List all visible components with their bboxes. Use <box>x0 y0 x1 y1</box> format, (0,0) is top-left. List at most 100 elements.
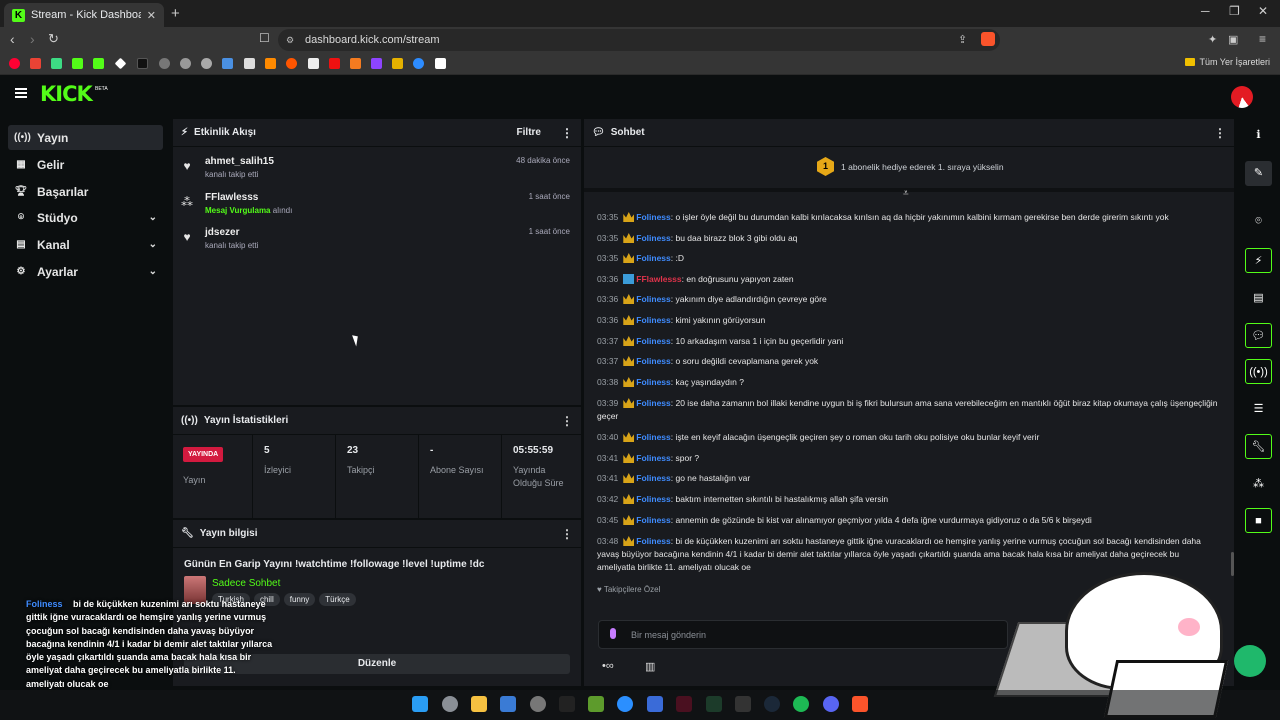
highlight-icon[interactable]: ⁂ <box>1245 472 1272 497</box>
event-user[interactable]: FFlawlesss <box>205 192 574 203</box>
bookmark-icon-11[interactable] <box>222 58 233 69</box>
file-explorer-icon[interactable] <box>471 696 487 712</box>
discord-icon[interactable] <box>823 696 839 712</box>
event-user[interactable]: jdsezer <box>205 227 574 238</box>
profile-avatar[interactable] <box>1231 86 1253 108</box>
back-icon[interactable]: ‹ <box>10 31 15 47</box>
app-icon-5[interactable] <box>530 696 546 712</box>
stats-menu-icon[interactable]: ⋮ <box>561 414 573 428</box>
bookmark-icon[interactable]: ☐ <box>259 31 270 45</box>
bookmark-icon-20[interactable] <box>413 58 424 69</box>
bookmark-icon-16[interactable] <box>329 58 340 69</box>
edit-pencil-icon[interactable]: ✎ <box>1245 161 1272 186</box>
wrench-icon[interactable]: 🔧︎ <box>1245 434 1272 459</box>
browser-tab[interactable]: K Stream - Kick Dashboard ✕ <box>4 3 164 27</box>
sidebar-item-studyo[interactable]: ⌾ Stüdyo ⌄ <box>8 205 163 230</box>
extensions-icon[interactable]: ✦ <box>1208 33 1217 46</box>
stat-value: 05:55:59 <box>513 445 554 456</box>
bookmark-icon-7[interactable] <box>137 58 148 69</box>
brave-shield-icon[interactable] <box>981 32 995 46</box>
activity-menu-icon[interactable]: ⋮ <box>561 126 573 140</box>
bookmark-icon-13[interactable] <box>265 58 276 69</box>
url-field[interactable]: dashboard.kick.com/stream <box>278 29 1000 51</box>
sidebar-item-ayarlar[interactable]: ⚙ Ayarlar ⌄ <box>8 259 163 284</box>
tag: Türkçe <box>319 593 356 606</box>
minecraft-icon[interactable] <box>588 696 604 712</box>
studio-icon: ⌾ <box>18 212 24 223</box>
heart-icon: ♥ <box>183 230 191 244</box>
kick-bookmark-icon[interactable] <box>72 58 83 69</box>
filter-button[interactable]: Filtre <box>517 127 541 138</box>
new-tab-button[interactable]: + <box>171 5 180 22</box>
app-icon-9[interactable] <box>647 696 663 712</box>
wrench-icon: 🔧︎ <box>181 528 194 539</box>
camera-icon[interactable]: ⌾ <box>1245 209 1272 234</box>
bookmark-icon-9[interactable] <box>180 58 191 69</box>
site-info-icon[interactable]: ⚙ <box>286 35 294 46</box>
settings-app-icon[interactable] <box>442 696 458 712</box>
bookmark-icon-21[interactable] <box>435 58 446 69</box>
close-tab-icon[interactable]: ✕ <box>147 9 156 22</box>
chat-input-placeholder: Bir mesaj gönderin <box>631 630 707 640</box>
info-menu-icon[interactable]: ⋮ <box>561 527 573 541</box>
brave-icon[interactable] <box>852 696 868 712</box>
support-bubble-icon[interactable] <box>1234 645 1266 677</box>
start-icon[interactable] <box>412 696 428 712</box>
broadcast-icon[interactable]: ((•)) <box>1245 359 1272 384</box>
bookmark-icon-18[interactable] <box>371 58 382 69</box>
reload-icon[interactable]: ↻ <box>48 31 59 47</box>
share-icon[interactable]: ⇪ <box>958 33 967 46</box>
layers-icon[interactable]: ☰ <box>1245 397 1272 422</box>
points-icon[interactable]: •∞ <box>602 660 614 672</box>
browser-menu-icon[interactable]: ≡ <box>1259 32 1266 46</box>
expand-icon[interactable]: ⩡ <box>903 188 909 199</box>
app-icon-10[interactable] <box>676 696 692 712</box>
youtube-bookmark-icon[interactable] <box>9 58 20 69</box>
bookmark-icon-17[interactable] <box>350 58 361 69</box>
gmail-bookmark-icon[interactable] <box>30 58 41 69</box>
event-text: kanalı takip etti <box>205 241 259 250</box>
close-window-icon[interactable]: ✕ <box>1258 4 1268 18</box>
kick-favicon-icon: K <box>12 8 25 22</box>
minimize-icon[interactable]: ─ <box>1201 4 1210 18</box>
all-bookmarks[interactable]: Tüm Yer İşaretleri <box>1185 57 1270 67</box>
avatar-mini-icon[interactable]: ■ <box>1245 508 1272 533</box>
chat-scrollbar[interactable] <box>1231 552 1234 576</box>
bookmark-icon-10[interactable] <box>201 58 212 69</box>
chat-menu-icon[interactable]: ⋮ <box>1214 126 1226 140</box>
app-icon-11[interactable] <box>706 696 722 712</box>
bookmark-icon-8[interactable] <box>159 58 170 69</box>
sidebar-item-basarilar[interactable]: 🏆︎ Başarılar <box>8 179 163 204</box>
lightning-icon[interactable]: ⚡︎ <box>1245 248 1272 273</box>
bookmarks-bar <box>0 53 1280 75</box>
document-icon[interactable]: ▤ <box>1245 286 1272 311</box>
all-bookmarks-label: Tüm Yer İşaretleri <box>1199 57 1270 67</box>
emote-icon[interactable] <box>610 628 616 639</box>
steam-icon[interactable] <box>764 696 780 712</box>
bookmark-icon-19[interactable] <box>392 58 403 69</box>
sidebar-item-kanal[interactable]: ▤ Kanal ⌄ <box>8 232 163 257</box>
sidebar-item-yayin[interactable]: ((•)) Yayın <box>8 125 163 150</box>
epic-games-icon[interactable] <box>735 696 751 712</box>
category-name[interactable]: Sadece Sohbet <box>212 578 280 589</box>
sidebar-toggle-icon[interactable]: ▣ <box>1228 33 1238 46</box>
bookmark-icon-3[interactable] <box>51 58 62 69</box>
bookmark-icon-12[interactable] <box>244 58 255 69</box>
app-icon-4[interactable] <box>500 696 516 712</box>
maximize-icon[interactable]: ❐ <box>1229 4 1240 18</box>
bookmark-icon-5[interactable] <box>93 58 104 69</box>
sidebar-item-gelir[interactable]: ▦ Gelir <box>8 152 163 177</box>
spotify-icon[interactable] <box>793 696 809 712</box>
hamburger-menu-icon[interactable] <box>15 88 27 98</box>
chat-icon[interactable]: 💬︎ <box>1245 323 1272 348</box>
app-icon-6[interactable] <box>559 696 575 712</box>
app-icon-8[interactable] <box>617 696 633 712</box>
bookmark-icon-15[interactable] <box>308 58 319 69</box>
store-icon[interactable]: ▥ <box>645 660 655 673</box>
forward-icon[interactable]: › <box>30 31 35 47</box>
bookmark-icon-14[interactable] <box>286 58 297 69</box>
info-icon[interactable]: ℹ <box>1245 123 1272 148</box>
kick-logo[interactable]: KICK <box>40 82 93 106</box>
crown-badge-icon <box>623 212 635 222</box>
lightning-icon: ⚡︎ <box>181 127 189 138</box>
